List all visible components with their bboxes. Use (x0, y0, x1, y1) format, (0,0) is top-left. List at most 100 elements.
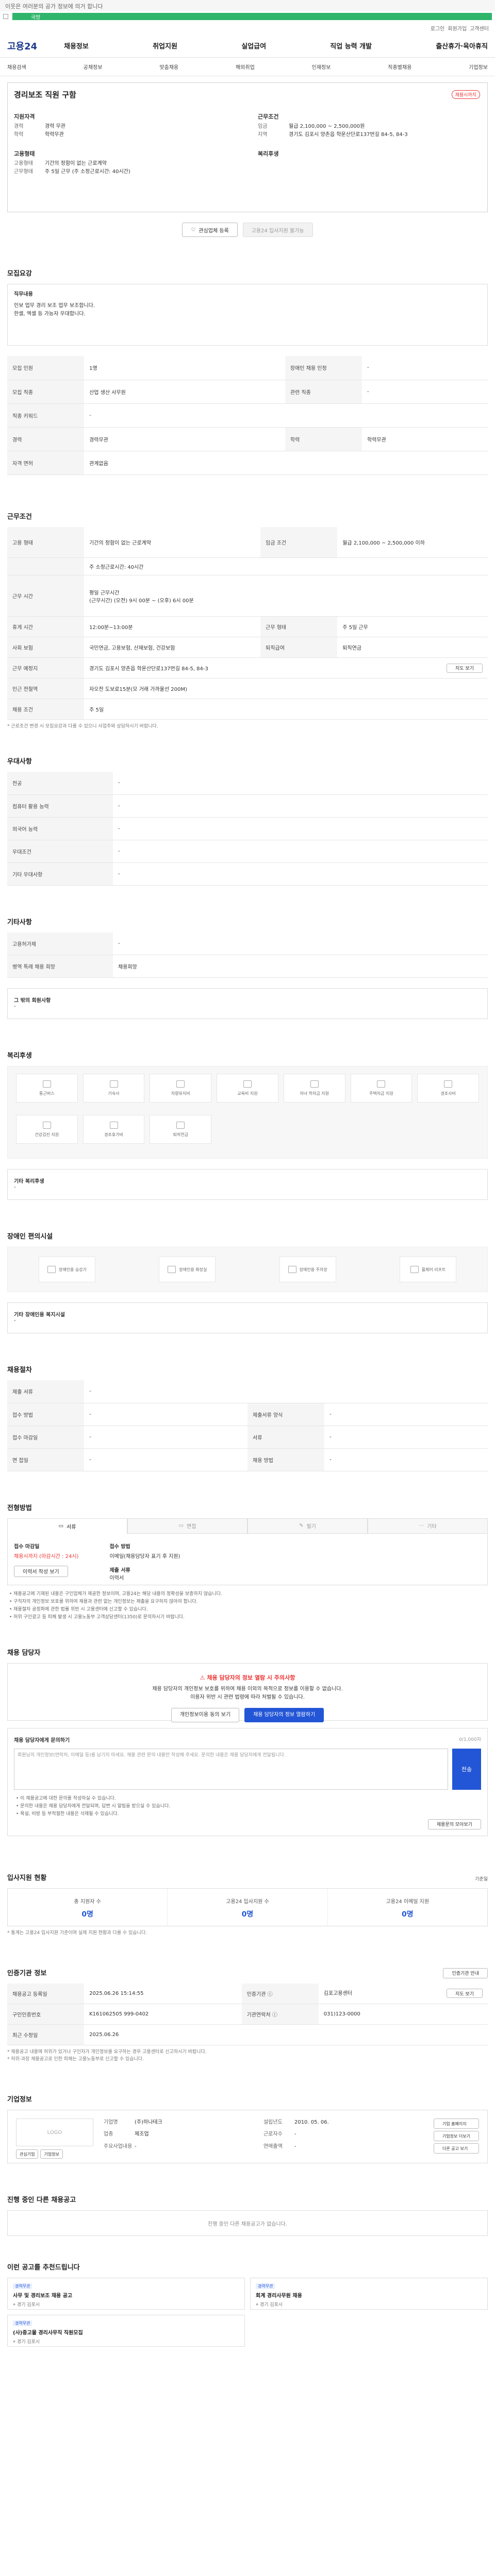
welfare-item: 교육비 지원 (217, 1074, 278, 1103)
utility-links: 로그인 회원가입 고객센터 (0, 22, 495, 34)
recommend-card[interactable]: 경력무관 회계 경리사무원 채용 ⌖ 경기 김포시 (250, 2278, 488, 2310)
inquiry-list-button[interactable]: 채용문의 모아보기 (427, 1819, 481, 1829)
conditions-label: 근무조건 (258, 113, 279, 120)
tab-interview[interactable]: ▭ 면접 (127, 1518, 248, 1534)
alert-icon: ⚠ (200, 1674, 207, 1681)
gnb-item-training[interactable]: 직업 능력 개발 (330, 41, 372, 50)
view-contact-button[interactable]: 채용 담당자의 정보 열람하기 (244, 1707, 324, 1722)
table-header-cell: 외국어 능력 (7, 817, 113, 840)
inquiry-submit-button[interactable]: 전송 (452, 1748, 481, 1790)
table-cell: 주 5일 근무 (337, 616, 488, 637)
stat-item: 고용24 이메일 지원 0명 (328, 1889, 487, 1926)
sub-nav: 채용검색 공채정보 맞춤채용 해외취업 인재정보 직종별채용 기업정보 (0, 58, 495, 76)
table-cell: 지도 보기 (337, 657, 488, 679)
tab-document[interactable]: ▭ 서류 (7, 1518, 127, 1534)
table-cell: - (84, 403, 488, 428)
interview-icon: ▭ (178, 1523, 184, 1529)
gift-icon (444, 1080, 453, 1088)
text-label: - (135, 2143, 137, 2149)
text-label: 기숙사 (108, 1091, 120, 1096)
gnb-item-leave[interactable]: 출산휴가·육아휴직 (436, 41, 488, 50)
company-box: LOGO 관심기업 기업정보 기업명 (주)하나테크 설립년도 2010. 05. … (7, 2110, 488, 2163)
text-label: 이력서 (109, 1575, 124, 1581)
company-more-button[interactable]: 기업정보 더보기 (433, 2131, 479, 2141)
table-header-cell: 직종 키워드 (7, 403, 85, 428)
login-link[interactable]: 로그인 (431, 24, 445, 32)
map-button[interactable]: 지도 보기 (447, 663, 483, 673)
text-label: 접수 방법 (109, 1544, 130, 1550)
gnb-item-benefit[interactable]: 실업급여 (241, 41, 266, 50)
other-extra: 그 밖의 회원사항 - (7, 988, 488, 1019)
gnb-item-jobs[interactable]: 채용정보 (64, 41, 89, 50)
company-homepage-button[interactable]: 기업 홈페이지 (433, 2119, 479, 2129)
gnb-item-support[interactable]: 취업지원 (153, 41, 177, 50)
signup-link[interactable]: 회원가입 (448, 24, 467, 32)
text-label: • 채용공고에 기재된 내용은 구인업체가 제공한 정보이며, 고용24는 해당… (9, 1591, 222, 1597)
stats-date: 기준일 (475, 1876, 488, 1882)
table-header-cell: 인증기관 ⓘ (241, 1983, 319, 2004)
table-header-cell: 장애인 채용 인정 (285, 356, 362, 380)
site-logo[interactable]: 고용24 (7, 39, 64, 53)
subnav-item[interactable]: 해외취업 (236, 63, 255, 71)
table-cell: 월급 2,100,000 ~ 2,500,000 이하 (337, 527, 488, 558)
table-header-cell: 채용공고 등록일 (7, 1983, 85, 2004)
cert-info-button[interactable]: 인증기관 안내 (443, 1968, 488, 1978)
recommend-card[interactable]: 경력무관 (사)중고물 경리사무직 직원모집 ⌖ 경기 김포시 (7, 2315, 245, 2347)
text-label: * 채용공고 내용에 허위가 있거나 구인자가 개인정보를 요구하는 경우 고용… (7, 2049, 207, 2055)
table-cell: 채용희망 (113, 955, 488, 978)
table-cell: 주 소정근로시간: 40시간 (84, 557, 488, 575)
table-cell: 2025.06.26 15:14:55 (84, 1983, 242, 2004)
subnav-item[interactable]: 기업정보 (469, 63, 488, 71)
tab-etc[interactable]: ⋯ 기타 (368, 1518, 488, 1534)
text-label: 서류 (67, 1524, 76, 1530)
text-label: 면접 (187, 1524, 196, 1530)
recommend-card[interactable]: 경력무관 사무 및 경리보조 채용 공고 ⌖ 경기 김포시 (7, 2278, 245, 2310)
welfare-item: 자녀 학자금 지원 (283, 1074, 345, 1103)
banner-bar[interactable]: 국방 (12, 13, 492, 21)
tab-written[interactable]: ✎ 필기 (248, 1518, 368, 1534)
company-detail-button[interactable]: 기업정보 (40, 2149, 63, 2159)
table-cell: - (324, 1426, 488, 1449)
facility-item: 장애인용 화장실 (159, 1257, 216, 1282)
subnav-item[interactable]: 맞춤채용 (159, 63, 178, 71)
subnav-item[interactable]: 채용검색 (7, 63, 26, 71)
inquiry-input[interactable]: 회원님의 개인정보(연락처, 이메일 등)를 남기지 마세요. 채용 관련 문의… (14, 1748, 448, 1790)
privacy-agree-button[interactable]: 개인정보이용 동의 보기 (171, 1707, 240, 1722)
text-label: 학력 (14, 132, 24, 138)
wheelchair-icon (410, 1266, 419, 1273)
apply-detail: 접수 마감일 채용시까지 (마감시간 : 24시) 이력서 작성 보기 접수 방… (7, 1533, 488, 1585)
subnav-item[interactable]: 공채정보 (84, 63, 103, 71)
interest-button[interactable]: ♡ 관심업체 등록 (182, 223, 238, 237)
text-label: • 욕설, 비방 등 부적절한 내용은 삭제될 수 있습니다. (16, 1811, 119, 1817)
text-label: 채용시까지 (마감시간 : 24시) (14, 1553, 79, 1560)
text-label: 채용 담당자에게 문의하기 (14, 1737, 70, 1743)
section-title: 장애인 편의시설 (7, 1233, 53, 1241)
text-label: 통근버스 (39, 1091, 55, 1096)
subnav-item[interactable]: 인재정보 (312, 63, 331, 71)
text-label: 0명 (81, 1910, 93, 1919)
company-jobs-button[interactable]: 다른 공고 보기 (433, 2143, 479, 2154)
table-header-cell: 전공 (7, 772, 113, 795)
text-label: 경기 김포시 (16, 2302, 40, 2308)
resume-button[interactable]: 이력서 작성 보기 (14, 1565, 68, 1577)
apply-button[interactable]: 고용24 입사지원 불가능 (242, 223, 313, 237)
table-header-cell: 컴퓨터 활용 능력 (7, 794, 113, 818)
table-header-cell: 휴게 시간 (7, 616, 85, 637)
subnav-item[interactable]: 직종별채용 (388, 63, 411, 71)
text-label: 제조업 (135, 2131, 149, 2138)
text-label: 이용자 위반 시 관련 법령에 따라 처벌될 수 있습니다. (190, 1694, 305, 1700)
section-title: 입사지원 현황 (7, 1874, 47, 1882)
welfare-item: 차량유지비 (150, 1074, 212, 1103)
table-header-cell: 구인인증번호 (7, 2004, 85, 2025)
section-title: 근무조건 (7, 513, 32, 521)
text-label: 퇴직연금 (173, 1132, 188, 1137)
help-link[interactable]: 고객센터 (470, 24, 489, 32)
text-label: • 구직자의 개인정보 보호를 위하여 채용과 관련 없는 개인정보는 제출을 … (9, 1599, 198, 1604)
cert-map-button[interactable]: 지도 보기 (447, 1989, 483, 1998)
text-label: 인보 업무 경리 보조 업무 보조합니다. 한셀, 엑셀 등 가능자 우대합니다… (14, 303, 95, 317)
text-label: 0명 (402, 1910, 414, 1919)
table-cell: 기간의 정함이 없는 근로계약 (84, 527, 261, 558)
text-label: 경기 김포시 (16, 2340, 40, 2345)
company-like-button[interactable]: 관심기업 (16, 2149, 39, 2159)
text-label: 그 밖의 회원사항 (14, 998, 51, 1004)
